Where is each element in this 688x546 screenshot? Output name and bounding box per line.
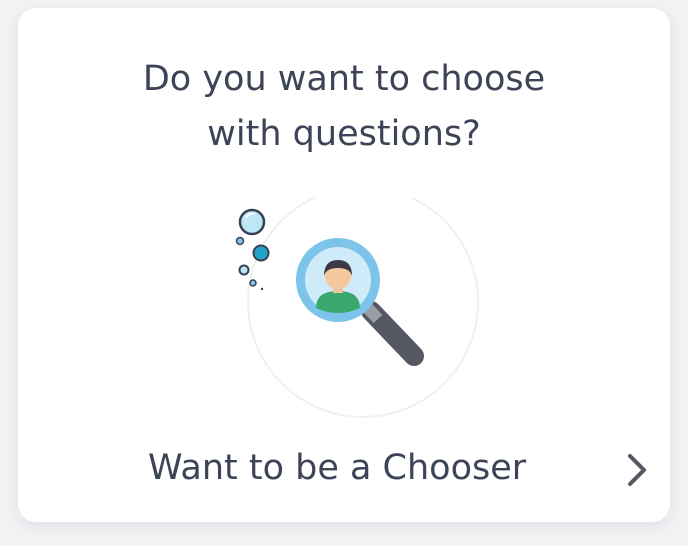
cta-label: Want to be a Chooser (148, 448, 527, 488)
want-to-be-chooser-button[interactable]: Want to be a Chooser (18, 438, 670, 508)
question-line-2: with questions? (207, 114, 481, 154)
question-line-1: Do you want to choose (142, 59, 546, 99)
chevron-right-icon[interactable] (622, 450, 652, 490)
card-question: Do you want to choose with questions? (18, 52, 670, 162)
magnifier-person-icon (208, 186, 498, 428)
chooser-card[interactable]: Do you want to choose with questions? Wa… (18, 8, 670, 522)
